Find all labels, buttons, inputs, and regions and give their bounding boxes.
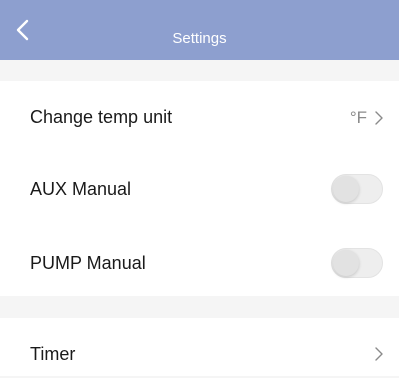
settings-row-temp-unit[interactable]: Change temp unit °F <box>0 81 399 156</box>
chevron-right-icon <box>375 347 383 361</box>
back-button[interactable] <box>10 16 38 44</box>
temp-unit-label: Change temp unit <box>30 107 173 127</box>
chevron-right-icon <box>375 111 383 125</box>
nav-bar: Settings <box>0 0 399 60</box>
settings-row-aux-manual: AUX Manual <box>0 156 399 226</box>
chevron-left-icon <box>16 19 29 41</box>
aux-manual-toggle[interactable] <box>331 174 383 204</box>
settings-row-timer[interactable]: Timer <box>0 318 399 376</box>
timer-label: Timer <box>30 344 76 364</box>
page-title: Settings <box>172 30 227 47</box>
aux-manual-label: AUX Manual <box>30 179 132 199</box>
pump-manual-toggle[interactable] <box>331 248 383 278</box>
section-spacer <box>0 60 399 81</box>
toggle-knob <box>333 176 359 202</box>
section-spacer <box>0 296 399 318</box>
settings-row-pump-manual: PUMP Manual <box>0 226 399 296</box>
pump-manual-label: PUMP Manual <box>30 253 146 273</box>
toggle-knob <box>333 250 359 276</box>
temp-unit-value: °F <box>349 108 367 127</box>
